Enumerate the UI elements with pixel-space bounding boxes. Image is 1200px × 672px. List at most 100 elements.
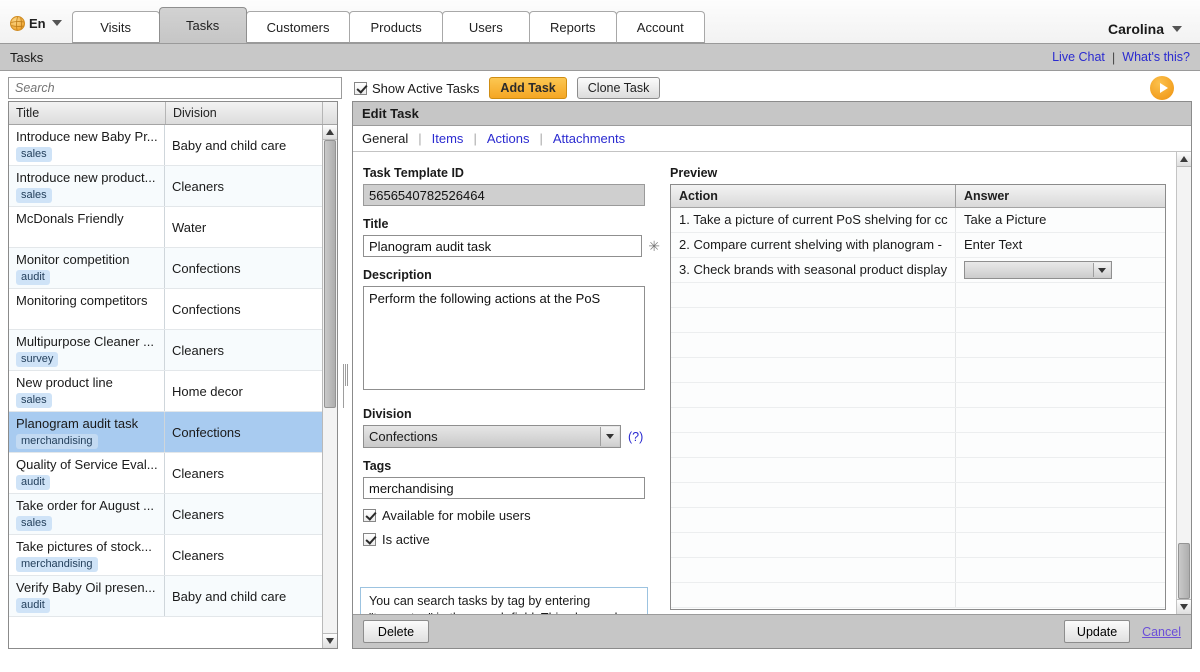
scroll-up-arrow-icon[interactable]: [1177, 152, 1191, 167]
table-row[interactable]: Introduce new product... sales Cleaners: [9, 166, 322, 207]
scroll-up-arrow-icon[interactable]: [323, 125, 337, 140]
preview-answer-cell: [956, 283, 1165, 307]
preview-row: 2. Compare current shelving with planogr…: [671, 233, 1165, 258]
checkbox-icon: [363, 509, 376, 522]
preview-answer-cell: Take a Picture: [964, 212, 1047, 227]
breadcrumb-current: Tasks: [10, 49, 44, 65]
tags-field[interactable]: [363, 477, 645, 499]
delete-button[interactable]: Delete: [363, 620, 429, 643]
preview-answer-cell: [956, 308, 1165, 332]
column-header-title[interactable]: Title: [9, 102, 166, 124]
table-row[interactable]: New product line sales Home decor: [9, 371, 322, 412]
scroll-down-arrow-icon[interactable]: [1177, 599, 1191, 614]
cell-division: Confections: [172, 302, 241, 317]
preview-answer-cell: [956, 458, 1165, 482]
edit-task-body: Task Template ID Title ✳ Description Div…: [353, 152, 1191, 614]
subtab-separator: |: [418, 131, 422, 146]
preview-answer-cell: [956, 558, 1165, 582]
table-row[interactable]: Multipurpose Cleaner ... survey Cleaners: [9, 330, 322, 371]
edit-task-subtabs: General | Items | Actions | Attachments: [353, 126, 1191, 152]
add-task-button[interactable]: Add Task: [489, 77, 567, 99]
preview-answer-cell: [956, 508, 1165, 532]
scroll-thumb[interactable]: [1178, 543, 1190, 599]
cell-division: Cleaners: [172, 507, 225, 522]
preview-answer-cell: [956, 258, 1165, 282]
division-select[interactable]: Confections: [363, 425, 621, 448]
preview-row-empty: [671, 508, 1165, 533]
search-input[interactable]: [8, 77, 342, 99]
preview-table: Action Answer 1. Take a picture of curre…: [670, 184, 1166, 610]
division-help-icon[interactable]: (?): [628, 430, 643, 444]
subtab-items[interactable]: Items: [432, 131, 474, 146]
table-row[interactable]: Introduce new Baby Pr... sales Baby and ch…: [9, 125, 322, 166]
tab-visits[interactable]: Visits: [71, 11, 160, 43]
scroll-down-arrow-icon[interactable]: [323, 633, 337, 648]
preview-row-empty: [671, 433, 1165, 458]
subtab-separator: |: [539, 131, 543, 146]
preview-row-empty: [671, 533, 1165, 558]
breadcrumb-bar: Tasks Live Chat | What's this?: [0, 44, 1200, 71]
cell-title: Monitoring competitors: [9, 289, 165, 329]
preview-action-cell: [671, 458, 956, 482]
tab-products[interactable]: Products: [349, 11, 443, 43]
tab-account[interactable]: Account: [615, 11, 705, 43]
table-row[interactable]: Monitor competition audit Confections: [9, 248, 322, 289]
panel-splitter[interactable]: [338, 101, 352, 649]
live-chat-link[interactable]: Live Chat: [1052, 50, 1105, 64]
tab-reports[interactable]: Reports: [528, 11, 617, 43]
preview-row-empty: [671, 283, 1165, 308]
scroll-track[interactable]: [1177, 167, 1191, 599]
tag-badge: audit: [16, 270, 50, 285]
tag-badge: merchandising: [16, 557, 98, 572]
column-header-spacer: [323, 102, 337, 124]
task-title: Take pictures of stock...: [16, 539, 152, 554]
edit-panel-scrollbar[interactable]: [1176, 152, 1191, 614]
tab-users[interactable]: Users: [441, 11, 530, 43]
table-row[interactable]: Monitoring competitors Confections: [9, 289, 322, 330]
cancel-link[interactable]: Cancel: [1142, 625, 1181, 639]
answer-select[interactable]: [964, 261, 1112, 279]
task-title: Quality of Service Eval...: [16, 457, 158, 472]
cell-division: Water: [172, 220, 207, 235]
edit-task-footer: Delete Update Cancel: [353, 614, 1191, 648]
is-active-checkbox[interactable]: Is active: [363, 532, 660, 547]
required-asterisk-icon: ✳: [648, 237, 660, 254]
scroll-track[interactable]: [323, 140, 337, 633]
subtab-attachments[interactable]: Attachments: [553, 131, 635, 146]
table-row[interactable]: Take pictures of stock... merchandising Cl…: [9, 535, 322, 576]
clone-task-button[interactable]: Clone Task: [576, 77, 661, 99]
table-row[interactable]: Planogram audit task merchandising Confect…: [9, 412, 322, 453]
whats-this-link[interactable]: What's this?: [1122, 50, 1190, 64]
task-title: Monitoring competitors: [16, 293, 148, 308]
description-field[interactable]: [363, 286, 645, 390]
column-header-action: Action: [671, 185, 956, 207]
preview-action-cell: [671, 558, 956, 582]
table-row[interactable]: Take order for August ... sales Cleaners: [9, 494, 322, 535]
update-button[interactable]: Update: [1064, 620, 1131, 643]
preview-action-cell: [671, 508, 956, 532]
language-selector[interactable]: En: [8, 8, 68, 38]
cell-title: Planogram audit task merchandising: [9, 412, 165, 452]
subtab-actions[interactable]: Actions: [487, 131, 540, 146]
user-menu[interactable]: Carolina: [1108, 21, 1192, 37]
division-selected-value: Confections: [369, 429, 438, 444]
task-title: Verify Baby Oil presen...: [16, 580, 156, 595]
preview-row-empty: [671, 408, 1165, 433]
task-list-scrollbar[interactable]: [322, 125, 337, 648]
tab-tasks[interactable]: Tasks: [158, 7, 247, 43]
table-row[interactable]: Verify Baby Oil presen... audit Baby and c…: [9, 576, 322, 617]
cell-title: Multipurpose Cleaner ... survey: [9, 330, 165, 370]
title-field[interactable]: [363, 235, 643, 257]
cell-title: Take order for August ... sales: [9, 494, 165, 534]
preview-row: 1. Take a picture of current PoS shelvin…: [671, 208, 1165, 233]
table-row[interactable]: McDonals Friendly Water: [9, 207, 322, 248]
table-row[interactable]: Quality of Service Eval... audit Cleaners: [9, 453, 322, 494]
column-header-division[interactable]: Division: [166, 102, 323, 124]
play-circle-icon[interactable]: [1150, 76, 1174, 100]
available-mobile-checkbox[interactable]: Available for mobile users: [363, 508, 660, 523]
show-active-tasks-checkbox[interactable]: Show Active Tasks: [354, 81, 479, 96]
subtab-general[interactable]: General: [362, 131, 418, 146]
scroll-thumb[interactable]: [324, 140, 336, 408]
tab-customers[interactable]: Customers: [245, 11, 351, 43]
preview-action-cell: [671, 408, 956, 432]
